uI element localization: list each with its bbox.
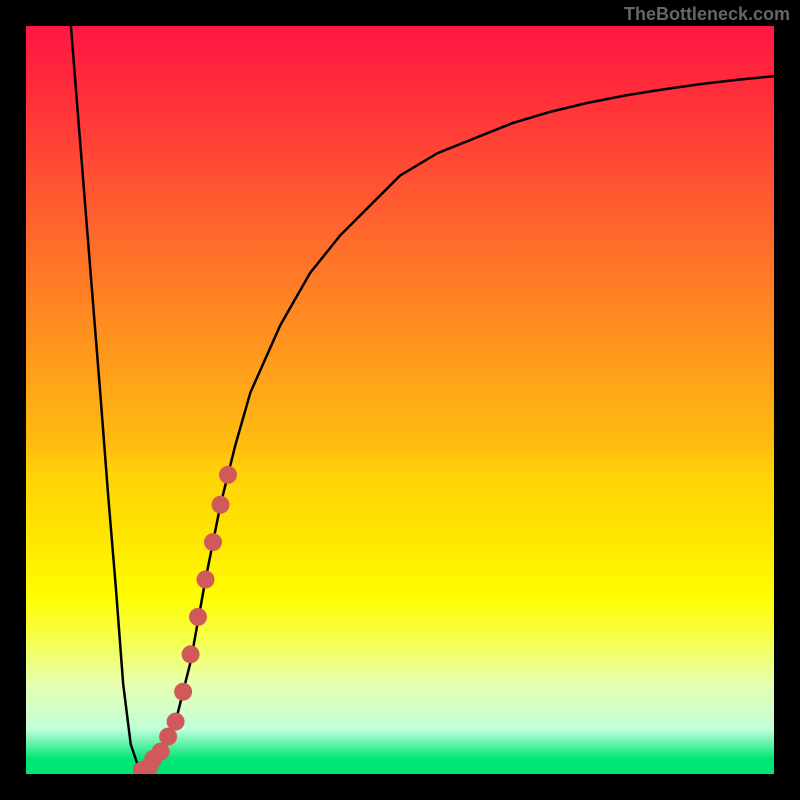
highlight-dot: [167, 713, 185, 731]
highlight-dot: [174, 683, 192, 701]
highlight-dot: [189, 608, 207, 626]
curve-svg: [26, 26, 774, 774]
highlight-dot: [204, 533, 222, 551]
highlight-dot: [219, 466, 237, 484]
highlight-dot: [182, 645, 200, 663]
bottleneck-curve-path: [71, 26, 774, 774]
watermark-text: TheBottleneck.com: [624, 4, 790, 25]
highlight-dot: [197, 571, 215, 589]
highlight-segment: [133, 466, 237, 774]
highlight-dot: [212, 496, 230, 514]
plot-area: [26, 26, 774, 774]
chart-container: TheBottleneck.com: [0, 0, 800, 800]
